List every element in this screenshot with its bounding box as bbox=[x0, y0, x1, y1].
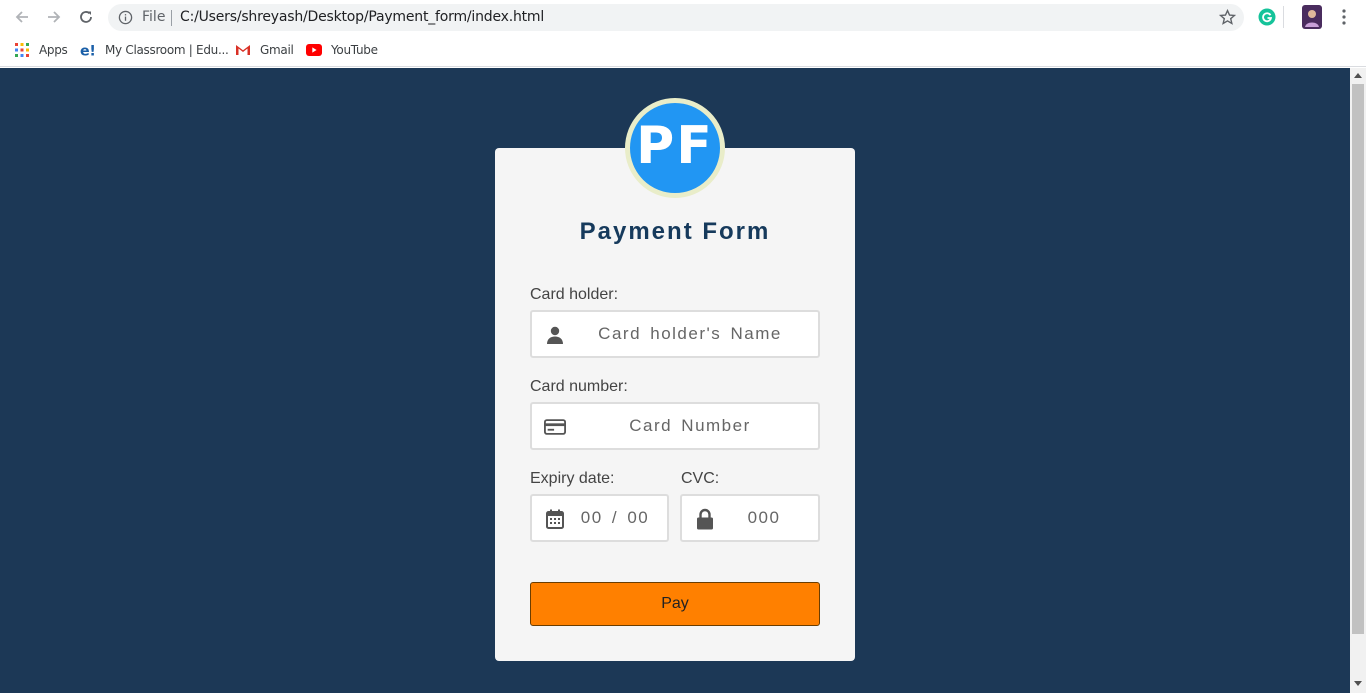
reload-icon bbox=[80, 11, 92, 23]
bookmark-label: My Classroom | Edu... bbox=[105, 43, 229, 57]
info-icon[interactable] bbox=[118, 10, 133, 25]
card-holder-input[interactable] bbox=[572, 312, 808, 356]
profile-avatar[interactable] bbox=[1302, 5, 1322, 29]
apps-grid-icon bbox=[14, 42, 30, 58]
bookmark-gmail[interactable]: Gmail bbox=[235, 40, 294, 60]
logo-text: PF bbox=[636, 116, 714, 176]
scroll-down-arrow-icon[interactable] bbox=[1354, 681, 1362, 686]
bookmark-star-icon[interactable] bbox=[1219, 9, 1236, 26]
menu-kebab-icon[interactable] bbox=[1336, 8, 1352, 26]
expiry-date-label: Expiry date: bbox=[530, 470, 615, 487]
toolbar-divider bbox=[1283, 6, 1284, 28]
card-number-input[interactable] bbox=[572, 404, 808, 448]
card-number-label: Card number: bbox=[530, 378, 628, 395]
arrow-right-icon bbox=[48, 11, 61, 23]
scroll-up-arrow-icon[interactable] bbox=[1354, 73, 1362, 78]
expiry-date-field[interactable] bbox=[530, 494, 669, 542]
bookmark-label: Apps bbox=[39, 43, 68, 57]
avatar-icon bbox=[1305, 10, 1319, 27]
card-holder-label: Card holder: bbox=[530, 286, 619, 303]
cvc-input[interactable] bbox=[722, 496, 806, 540]
form-title: Payment Form bbox=[579, 218, 771, 245]
expiry-date-input[interactable] bbox=[572, 496, 658, 540]
lock-icon bbox=[694, 508, 716, 530]
bookmark-apps[interactable]: Apps bbox=[14, 40, 68, 60]
user-icon bbox=[544, 324, 566, 346]
browser-toolbar: File C:/Users/shreyash/Desktop/Payment_f… bbox=[0, 0, 1366, 34]
forward-button[interactable] bbox=[43, 6, 65, 28]
bookmark-label: Gmail bbox=[260, 43, 294, 57]
pay-button[interactable]: Pay bbox=[530, 582, 820, 626]
card-number-field[interactable] bbox=[530, 402, 820, 450]
bookmark-youtube[interactable]: YouTube bbox=[306, 40, 378, 60]
youtube-icon bbox=[306, 42, 322, 58]
credit-card-icon bbox=[544, 416, 566, 438]
grammarly-icon[interactable] bbox=[1258, 8, 1276, 26]
scrollbar-thumb[interactable] bbox=[1352, 84, 1364, 634]
scheme-label: File bbox=[142, 9, 166, 25]
bookmarks-bar: Apps e! My Classroom | Edu... Gmail YouT… bbox=[0, 34, 1366, 67]
reload-button[interactable] bbox=[75, 6, 97, 28]
pf-logo: PF bbox=[625, 98, 725, 198]
page-scrollbar[interactable] bbox=[1350, 68, 1366, 693]
cvc-label: CVC: bbox=[681, 470, 720, 487]
arrow-left-icon bbox=[15, 11, 28, 23]
cvc-field[interactable] bbox=[680, 494, 820, 542]
address-bar[interactable]: File C:/Users/shreyash/Desktop/Payment_f… bbox=[108, 4, 1244, 31]
bookmark-my-classroom[interactable]: e! My Classroom | Edu... bbox=[80, 40, 229, 60]
svg-text:e!: e! bbox=[80, 43, 96, 59]
omnibox-divider bbox=[171, 10, 172, 26]
url-text[interactable]: C:/Users/shreyash/Desktop/Payment_form/i… bbox=[180, 9, 544, 25]
gmail-icon bbox=[235, 42, 251, 58]
calendar-icon bbox=[544, 508, 566, 530]
card-holder-field[interactable] bbox=[530, 310, 820, 358]
bookmark-label: YouTube bbox=[331, 43, 378, 57]
back-button[interactable] bbox=[11, 6, 33, 28]
eduonix-icon: e! bbox=[80, 42, 96, 59]
